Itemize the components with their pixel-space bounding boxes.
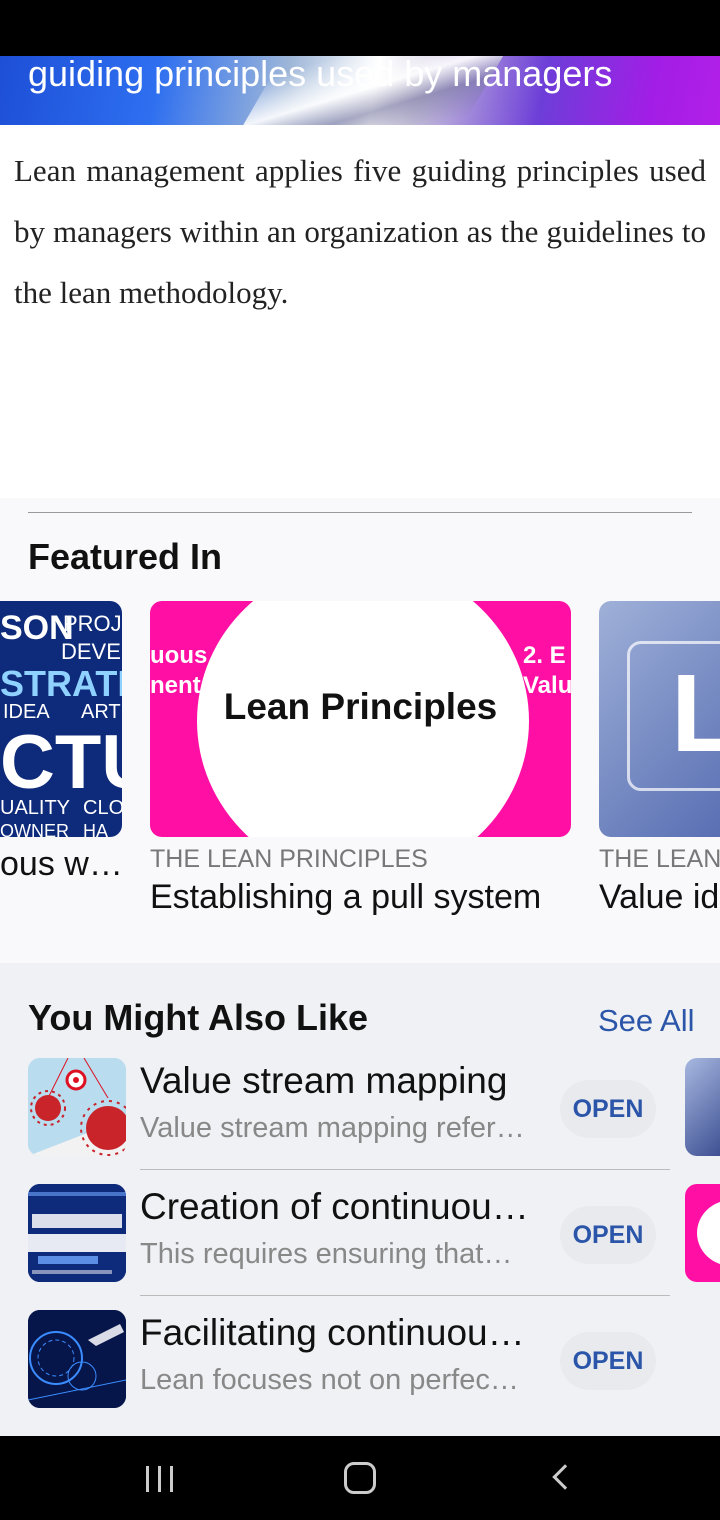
thumb-letter: L (671, 652, 720, 775)
thumb-title: Lean Principles (223, 686, 498, 727)
thumb-word: OWNER (0, 821, 69, 837)
list-item-title: Facilitating continuou… (140, 1312, 525, 1353)
recent-apps-icon[interactable] (146, 1466, 174, 1492)
home-icon[interactable] (344, 1462, 376, 1494)
open-button[interactable]: OPEN (560, 1332, 656, 1390)
open-button[interactable]: OPEN (560, 1080, 656, 1138)
open-button[interactable]: OPEN (560, 1206, 656, 1264)
featured-card[interactable]: SON PROJE DEVEL STRATEG IDEA ART CTU UAL… (0, 601, 123, 884)
status-bar (0, 0, 720, 56)
featured-title: Featured In (28, 536, 223, 577)
thumb-word: UALITY (0, 797, 71, 819)
list-item[interactable]: Creation of continuou… This requires ens… (28, 1184, 670, 1310)
list-item-title: Creation of continuou… (140, 1186, 529, 1227)
thumb-word: DEVEL (61, 639, 122, 664)
also-like-section: You Might Also Like See All Value stream… (0, 963, 720, 1436)
hero-title: guiding principles used by managers (28, 56, 613, 94)
list-item[interactable]: Facilitating continuou… Lean focuses not… (28, 1310, 670, 1436)
system-navigation-bar (0, 1436, 720, 1520)
list-item[interactable]: Value stream mapping Value stream mappin… (28, 1058, 670, 1184)
list-item-description: This requires ensuring that… (140, 1238, 513, 1270)
back-icon[interactable] (552, 1464, 578, 1490)
hero-banner: guiding principles used by managers (0, 56, 720, 125)
section-divider (28, 512, 692, 513)
featured-card-subtitle: THE LEAN (599, 845, 720, 873)
list-item-description: Lean focuses not on perfec… (140, 1364, 519, 1396)
featured-card[interactable]: L THE LEAN Value id (599, 601, 720, 917)
thumb-word: CLOT (83, 797, 122, 819)
thumb-word: STRATEG (0, 663, 122, 704)
next-column-thumbnail[interactable] (685, 1058, 720, 1156)
featured-card-thumbnail: uous nent 2. E Valu Lean Principles (150, 601, 571, 837)
lean-manufacturing-icon (28, 1184, 126, 1282)
row-divider (140, 1295, 670, 1296)
featured-section: Featured In SON PROJE DEVEL STRATEG IDEA… (0, 498, 720, 963)
lean-hand-icon (28, 1310, 126, 1408)
virus-target-icon (28, 1058, 126, 1156)
thumb-circle (697, 1200, 720, 1266)
list-item-description: Value stream mapping refer… (140, 1112, 525, 1144)
featured-card-thumbnail: SON PROJE DEVEL STRATEG IDEA ART CTU UAL… (0, 601, 122, 837)
list-item-title: Value stream mapping (140, 1060, 508, 1101)
next-column-thumbnail[interactable] (685, 1184, 720, 1282)
also-like-title: You Might Also Like (28, 997, 368, 1038)
thumb-word: HA (83, 821, 109, 837)
see-all-link[interactable]: See All (598, 1003, 695, 1039)
thumb-word: PROJE (63, 611, 122, 636)
featured-card-title: ous w… (0, 845, 123, 883)
featured-card-title: Value id (599, 878, 720, 916)
featured-card-title: Establishing a pull system (150, 878, 542, 916)
featured-card-subtitle: THE LEAN PRINCIPLES (150, 845, 428, 873)
row-divider (140, 1169, 670, 1170)
thumb-word: CTU (0, 720, 122, 805)
article-paragraph: Lean management applies five guiding pri… (14, 153, 706, 310)
featured-card-thumbnail: L (599, 601, 720, 837)
featured-card[interactable]: uous nent 2. E Valu Lean Principles THE … (150, 601, 571, 917)
